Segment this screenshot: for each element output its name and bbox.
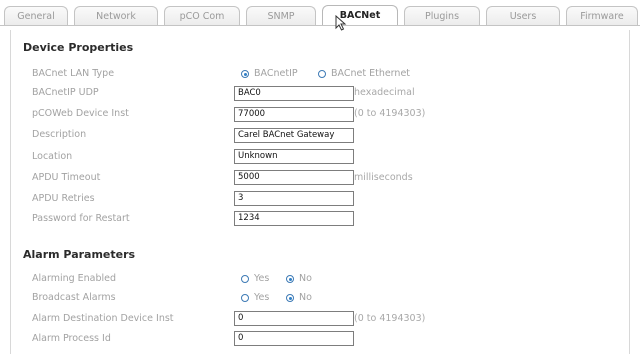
lan-type-label: BACnet LAN Type: [32, 68, 115, 79]
description-field[interactable]: Carel BACnet Gateway: [234, 128, 354, 143]
location-field[interactable]: Unknown: [234, 149, 354, 164]
alarming-enabled-label: Alarming Enabled: [32, 273, 117, 284]
radio-broadcast-no-label: No: [299, 292, 312, 303]
apdu-retries-label: APDU Retries: [32, 193, 95, 204]
apdu-timeout-field[interactable]: 5000: [234, 170, 354, 185]
radio-bacnet-ethernet[interactable]: [318, 70, 326, 78]
alarm-process-id-label: Alarm Process Id: [32, 333, 111, 344]
tab-snmp[interactable]: SNMP: [246, 6, 316, 25]
device-inst-field[interactable]: 77000: [234, 107, 354, 122]
radio-bacnetip[interactable]: [241, 70, 249, 78]
radio-broadcast-no[interactable]: [286, 294, 294, 302]
tab-bacnet[interactable]: BACNet: [322, 5, 398, 26]
udp-field[interactable]: BAC0: [234, 86, 354, 101]
restart-password-label: Password for Restart: [32, 213, 130, 224]
radio-alarming-no[interactable]: [286, 275, 294, 283]
alarm-dest-hint: (0 to 4194303): [354, 313, 426, 324]
radio-broadcast-yes[interactable]: [241, 294, 249, 302]
device-inst-label: pCOWeb Device Inst: [32, 108, 129, 119]
apdu-retries-field[interactable]: 3: [234, 191, 354, 206]
apdu-timeout-label: APDU Timeout: [32, 172, 101, 183]
alarm-process-id-field[interactable]: 0: [234, 331, 354, 346]
radio-bacnet-ethernet-label: BACnet Ethernet: [331, 68, 411, 79]
tab-bar: General Network pCO Com SNMP BACNet Plug…: [0, 0, 640, 31]
alarm-dest-label: Alarm Destination Device Inst: [32, 313, 174, 324]
radio-alarming-yes[interactable]: [241, 275, 249, 283]
restart-password-field[interactable]: 1234: [234, 211, 354, 226]
tab-plugins[interactable]: Plugins: [404, 6, 480, 25]
tab-users[interactable]: Users: [486, 6, 560, 25]
mouse-cursor-icon: [335, 15, 347, 31]
device-properties-title: Device Properties: [23, 41, 134, 54]
radio-bacnetip-label: BACnetIP: [254, 68, 298, 79]
radio-broadcast-yes-label: Yes: [254, 292, 270, 303]
tab-divider: [0, 25, 640, 26]
tab-general[interactable]: General: [4, 6, 68, 25]
udp-label: BACnetIP UDP: [32, 87, 99, 98]
alarm-parameters-title: Alarm Parameters: [23, 248, 136, 261]
description-label: Description: [32, 129, 87, 140]
radio-alarming-no-label: No: [299, 273, 312, 284]
udp-hint: hexadecimal: [354, 87, 415, 98]
tab-pco-com[interactable]: pCO Com: [164, 6, 240, 25]
tab-network[interactable]: Network: [74, 6, 158, 25]
broadcast-alarms-label: Broadcast Alarms: [32, 292, 116, 303]
alarm-dest-field[interactable]: 0: [234, 311, 354, 326]
radio-alarming-yes-label: Yes: [254, 273, 270, 284]
location-label: Location: [32, 151, 73, 162]
apdu-timeout-hint: milliseconds: [354, 172, 413, 183]
device-inst-hint: (0 to 4194303): [354, 108, 426, 119]
tab-firmware[interactable]: Firmware: [566, 6, 638, 25]
